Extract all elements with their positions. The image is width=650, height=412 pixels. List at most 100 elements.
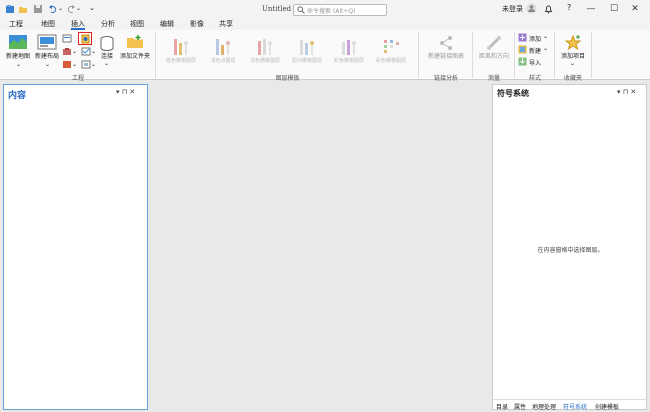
contents-pane: 内容 ▾ ⊓ ✕ bbox=[3, 84, 148, 410]
new-map-label: 新建地图 bbox=[5, 53, 30, 60]
help-icon[interactable]: ? bbox=[567, 3, 571, 12]
pane-tab-attributes[interactable]: 属性 bbox=[514, 402, 526, 411]
undo-icon[interactable] bbox=[48, 4, 58, 14]
add-item-button[interactable]: 添加项目 ⌄ bbox=[558, 34, 588, 70]
presentation-icon[interactable] bbox=[81, 60, 91, 69]
distance-direction-icon bbox=[487, 36, 501, 50]
layer-template-icon bbox=[258, 39, 272, 55]
import-map-icon[interactable] bbox=[62, 60, 72, 69]
group-separator bbox=[514, 32, 515, 78]
toolbox-dropdown-icon[interactable]: ⌄ bbox=[72, 48, 77, 55]
new-link-chart-label: 新建链接图表 bbox=[427, 53, 464, 60]
close-button[interactable]: ✕ bbox=[627, 2, 643, 16]
presentation-dropdown-icon[interactable]: ⌄ bbox=[91, 61, 96, 68]
map-view-area bbox=[152, 84, 489, 410]
add-style-label: 添加 bbox=[529, 36, 542, 43]
group-label-measure: 测量 bbox=[487, 75, 500, 82]
add-folder-button[interactable]: 添加文件夹 bbox=[118, 34, 152, 70]
new-style-button[interactable]: 新建 ⌄ bbox=[518, 45, 552, 55]
undo-dropdown-icon[interactable]: ⌄ bbox=[58, 5, 63, 12]
symbology-pane: 符号系统 ▾ ⊓ ✕ 在内容窗格中选择图层。 目录 属性 地理处理 符号系统 创… bbox=[492, 84, 648, 411]
symbology-pane-controls[interactable]: ▾ ⊓ ✕ bbox=[617, 88, 636, 96]
style-add-icon bbox=[518, 33, 527, 42]
layer-template-item[interactable]: 浅色点图层 bbox=[204, 36, 242, 66]
tab-project[interactable]: 工程 bbox=[9, 19, 23, 30]
redo-icon[interactable] bbox=[66, 4, 76, 14]
tab-insert[interactable]: 插入 bbox=[71, 19, 85, 30]
task-dropdown-icon[interactable]: ⌄ bbox=[91, 48, 96, 55]
new-notebook-button[interactable] bbox=[78, 32, 92, 45]
layer-template-item[interactable]: 浅色栅格图层 bbox=[246, 36, 284, 66]
connect-button[interactable]: 连接 ⌄ bbox=[97, 36, 117, 72]
layer-template-icon bbox=[300, 40, 314, 55]
group-label-project: 工程 bbox=[71, 75, 84, 82]
layer-template-label: 彩色栅格图层 bbox=[375, 58, 406, 64]
tab-analysis[interactable]: 分析 bbox=[101, 19, 115, 30]
maximize-button[interactable]: ☐ bbox=[606, 2, 622, 16]
layer-template-label: 彩色栅格图层 bbox=[333, 58, 364, 64]
new-layout-icon bbox=[37, 34, 57, 50]
pane-tab-catalog[interactable]: 目录 bbox=[496, 402, 508, 411]
import-style-button[interactable]: 导入 bbox=[518, 57, 552, 67]
import-dropdown-icon[interactable]: ⌄ bbox=[72, 61, 77, 68]
layer-template-icon bbox=[216, 39, 230, 55]
tab-view[interactable]: 视图 bbox=[130, 19, 144, 30]
new-layout-button[interactable]: 新建布局 ⌄ bbox=[33, 32, 61, 72]
window-title: Untitled bbox=[262, 5, 292, 13]
minimize-button[interactable]: — bbox=[583, 2, 599, 16]
toolbox-icon[interactable] bbox=[62, 47, 72, 56]
add-style-button[interactable]: 添加 ⌄ bbox=[518, 33, 552, 43]
new-project-icon[interactable] bbox=[5, 4, 15, 14]
group-separator bbox=[418, 32, 419, 78]
avatar-icon[interactable] bbox=[526, 3, 537, 14]
layer-template-label: 底色栅格图层 bbox=[165, 58, 196, 64]
new-map-icon bbox=[9, 35, 27, 49]
open-project-icon[interactable] bbox=[18, 4, 28, 14]
command-search[interactable]: 命令搜索 (Alt+Q) bbox=[293, 4, 387, 16]
tab-edit[interactable]: 编辑 bbox=[160, 19, 174, 30]
pane-tab-symbology[interactable]: 符号系统 bbox=[563, 402, 587, 411]
add-folder-label: 添加文件夹 bbox=[119, 53, 150, 60]
new-map-button[interactable]: 新建地图 ⌄ bbox=[4, 32, 32, 72]
new-layout-dropdown-icon: ⌄ bbox=[45, 61, 51, 68]
layer-template-item[interactable]: 配对栅格图层 bbox=[288, 36, 326, 66]
layer-template-item[interactable]: 底色栅格图层 bbox=[162, 36, 200, 66]
distance-direction-button[interactable]: 距离和方向 bbox=[476, 34, 512, 70]
layer-template-item[interactable]: 彩色栅格图层 bbox=[372, 36, 410, 66]
group-label-layer-templates: 图层模板 bbox=[275, 75, 300, 82]
group-label-favorites: 收藏夹 bbox=[563, 75, 582, 82]
import-style-label: 导入 bbox=[529, 60, 542, 67]
style-new-icon bbox=[518, 45, 527, 54]
notification-bell-icon[interactable] bbox=[544, 4, 553, 14]
task-icon[interactable] bbox=[81, 47, 91, 56]
group-label-styles: 样式 bbox=[528, 75, 541, 82]
save-icon[interactable] bbox=[33, 4, 43, 14]
new-style-dropdown-icon: ⌄ bbox=[543, 45, 549, 52]
symbology-empty-message: 在内容窗格中选择图层。 bbox=[537, 247, 604, 254]
new-report-icon[interactable] bbox=[62, 34, 72, 43]
tab-map[interactable]: 地图 bbox=[41, 19, 55, 30]
folder-add-icon bbox=[127, 35, 143, 48]
new-layout-label: 新建布局 bbox=[34, 53, 59, 60]
pane-tab-strip: 目录 属性 地理处理 符号系统 创建模板 bbox=[493, 399, 648, 411]
pane-tab-geoprocessing[interactable]: 地理处理 bbox=[532, 402, 556, 411]
star-add-icon bbox=[565, 35, 581, 51]
add-style-dropdown-icon: ⌄ bbox=[543, 33, 549, 40]
layer-template-icon bbox=[174, 39, 188, 55]
tab-share[interactable]: 共享 bbox=[219, 19, 233, 30]
contents-pane-title: 内容 bbox=[8, 91, 27, 101]
tab-imagery[interactable]: 影像 bbox=[190, 19, 204, 30]
add-item-dropdown-icon: ⌄ bbox=[570, 60, 576, 67]
new-link-chart-button[interactable]: 新建链接图表 bbox=[424, 34, 468, 70]
group-separator bbox=[472, 32, 473, 78]
layer-template-item[interactable]: 彩色栅格图层 bbox=[330, 36, 368, 66]
customize-qat-icon[interactable]: ⌄ bbox=[89, 4, 95, 12]
ribbon-tabs: 工程 地图 插入 分析 视图 编辑 影像 共享 bbox=[0, 18, 650, 30]
contents-pane-controls[interactable]: ▾ ⊓ ✕ bbox=[116, 88, 135, 96]
link-chart-icon bbox=[440, 36, 452, 50]
redo-dropdown-icon[interactable]: ⌄ bbox=[76, 5, 81, 12]
pane-tab-create-template[interactable]: 创建模板 bbox=[595, 402, 619, 411]
new-map-dropdown-icon: ⌄ bbox=[16, 61, 22, 68]
distance-direction-label: 距离和方向 bbox=[478, 53, 509, 60]
sign-in-status[interactable]: 未登录 bbox=[502, 4, 523, 14]
